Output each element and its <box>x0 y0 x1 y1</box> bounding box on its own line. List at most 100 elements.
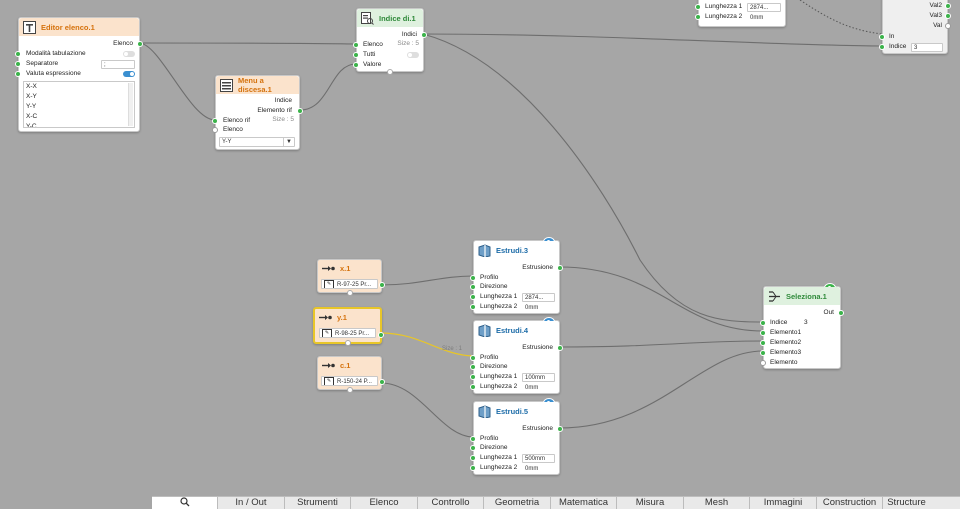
node-header[interactable]: Seleziona.1 <box>764 287 840 305</box>
input-port[interactable] <box>212 127 218 133</box>
length-field[interactable]: 0mm <box>522 383 555 392</box>
length-field[interactable]: 0mm <box>747 13 781 22</box>
output-port[interactable] <box>945 3 951 9</box>
input-port[interactable] <box>470 304 476 310</box>
partial-extrude-node[interactable]: Lunghezza 1 2874... Lunghezza 2 0mm <box>695 0 786 27</box>
input-port[interactable] <box>760 320 766 326</box>
length-field[interactable]: 2874... <box>747 3 781 12</box>
input-port[interactable] <box>470 374 476 380</box>
node-header[interactable]: Editor elenco.1 <box>19 18 139 36</box>
extrude-node[interactable]: Estrudi.5 Estrusione Profilo Direzione L… <box>470 398 563 475</box>
output-port[interactable] <box>945 13 951 19</box>
tab-geometry[interactable]: Geometria <box>484 497 551 509</box>
length-field[interactable]: 500mm <box>522 454 555 463</box>
input-port[interactable] <box>470 284 476 290</box>
input-port[interactable] <box>15 51 21 57</box>
output-port[interactable] <box>378 332 384 338</box>
list-text-area[interactable]: X-X X-Y Y-Y X-C Y-C <box>23 81 135 128</box>
tab-tools[interactable]: Strumenti <box>285 497 351 509</box>
length-field[interactable]: 100mm <box>522 373 555 382</box>
expand-handle[interactable] <box>344 340 351 346</box>
all-toggle[interactable] <box>407 52 419 58</box>
output-label: Indice <box>274 97 292 104</box>
length-field[interactable]: 2874... <box>522 293 555 302</box>
node-header[interactable]: c.1 <box>318 357 381 374</box>
node-header[interactable]: x.1 <box>318 260 381 277</box>
index-field[interactable]: 3 <box>911 43 943 52</box>
input-port[interactable] <box>470 364 476 370</box>
dropdown-select[interactable]: Y-Y ▼ <box>219 137 295 147</box>
input-port[interactable] <box>760 360 766 366</box>
output-port[interactable] <box>945 23 951 29</box>
index-of-node[interactable]: Indice di.1 Indici Size : 5 Elenco Tutti… <box>353 8 427 75</box>
expand-handle[interactable] <box>387 69 393 75</box>
scrollbar[interactable] <box>128 83 133 126</box>
output-port[interactable] <box>557 345 563 351</box>
input-port[interactable] <box>760 330 766 336</box>
tab-search[interactable] <box>152 497 218 509</box>
profile-select[interactable]: ✎ R-97-25 Pr... <box>321 279 378 289</box>
input-y-node[interactable]: y.1 ✎ R-98-25 Pr... <box>313 307 384 346</box>
extrude-node[interactable]: Estrudi.4 Estrusione Profilo Direzione L… <box>470 317 563 394</box>
select-node[interactable]: Seleziona.1 Out Indice 3 Elemento1 Eleme… <box>760 283 844 369</box>
input-port[interactable] <box>470 445 476 451</box>
input-port[interactable] <box>212 118 218 124</box>
tab-math[interactable]: Matematica <box>551 497 617 509</box>
expand-handle[interactable] <box>346 387 353 393</box>
list-editor-node[interactable]: Editor elenco.1 Elenco Modalità tabulazi… <box>15 17 143 132</box>
partial-right-node[interactable]: Val2 Val3 Val In Indice 3 <box>879 0 951 54</box>
tab-images[interactable]: Immagini <box>750 497 817 509</box>
output-port[interactable] <box>137 41 143 47</box>
input-port[interactable] <box>470 275 476 281</box>
tab-measure[interactable]: Misura <box>617 497 684 509</box>
tab-control[interactable]: Controllo <box>418 497 484 509</box>
input-port[interactable] <box>15 71 21 77</box>
input-port[interactable] <box>470 455 476 461</box>
input-port[interactable] <box>470 384 476 390</box>
profile-select[interactable]: ✎ R-98-25 Pr... <box>319 328 376 338</box>
output-port[interactable] <box>838 310 844 316</box>
input-c-node[interactable]: c.1 ✎ R-150-24 P... <box>317 356 385 393</box>
output-port[interactable] <box>557 426 563 432</box>
tab-construction[interactable]: Construction <box>817 497 883 509</box>
input-port[interactable] <box>353 42 359 48</box>
output-port[interactable] <box>557 265 563 271</box>
length-field[interactable]: 0mm <box>522 303 555 312</box>
tab-mesh[interactable]: Mesh <box>684 497 750 509</box>
tab-mode-toggle[interactable] <box>123 51 135 57</box>
output-port[interactable] <box>297 108 303 114</box>
output-port[interactable] <box>379 379 385 385</box>
input-port[interactable] <box>879 34 885 40</box>
node-header[interactable]: Estrudi.5 <box>474 402 559 420</box>
input-port[interactable] <box>470 465 476 471</box>
extrude-node[interactable]: Estrudi.3 Estrusione Profilo Direzione L… <box>470 237 563 314</box>
input-port[interactable] <box>353 52 359 58</box>
input-port[interactable] <box>879 44 885 50</box>
output-port[interactable] <box>421 32 427 38</box>
input-port[interactable] <box>760 350 766 356</box>
length-field[interactable]: 0mm <box>522 464 555 473</box>
profile-select[interactable]: ✎ R-150-24 P... <box>321 376 378 386</box>
dropdown-node[interactable]: Menu a discesa.1 Indice Elemento rif Siz… <box>212 75 303 150</box>
expand-handle[interactable] <box>346 290 353 296</box>
tab-list[interactable]: Elenco <box>351 497 418 509</box>
node-header[interactable]: Estrudi.4 <box>474 321 559 339</box>
input-port[interactable] <box>15 61 21 67</box>
output-port[interactable] <box>379 282 385 288</box>
tab-structure[interactable]: Structure <box>883 497 930 509</box>
input-port[interactable] <box>470 355 476 361</box>
node-header[interactable]: y.1 <box>315 309 380 326</box>
input-x-node[interactable]: x.1 ✎ R-97-25 Pr... <box>317 259 385 296</box>
input-port[interactable] <box>695 14 701 20</box>
input-port[interactable] <box>760 340 766 346</box>
node-header[interactable]: Menu a discesa.1 <box>216 76 299 94</box>
input-port[interactable] <box>353 62 359 68</box>
node-header[interactable]: Indice di.1 <box>357 9 423 27</box>
input-port[interactable] <box>695 4 701 10</box>
tab-in-out[interactable]: In / Out <box>218 497 285 509</box>
input-port[interactable] <box>470 436 476 442</box>
separator-field[interactable]: ; <box>101 60 135 69</box>
evaluate-toggle[interactable] <box>123 71 135 77</box>
node-header[interactable]: Estrudi.3 <box>474 241 559 259</box>
input-port[interactable] <box>470 294 476 300</box>
